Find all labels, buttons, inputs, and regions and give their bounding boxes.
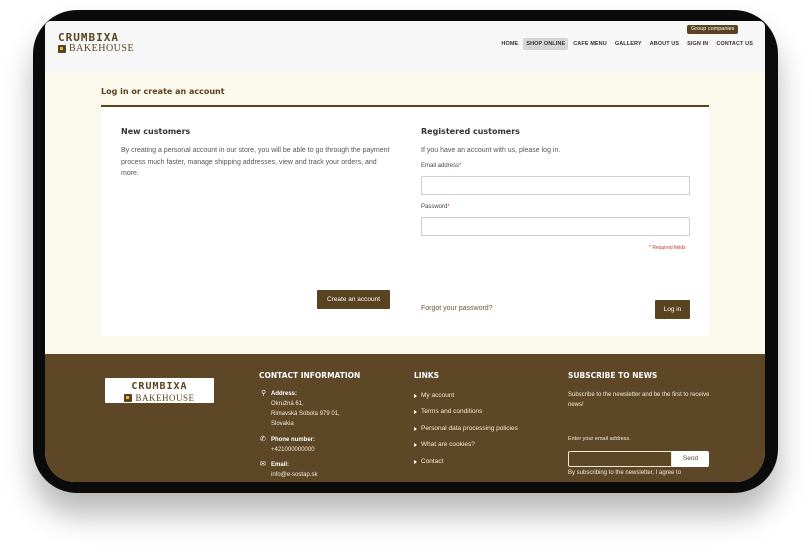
nav-home[interactable]: HOME [498, 38, 521, 50]
newsletter-consent-text: By subscribing to the newsletter, I agre… [568, 470, 682, 476]
links-heading: LINKS [414, 371, 440, 380]
login-button[interactable]: Log in [655, 300, 690, 319]
page-title: Log in or create an account [101, 87, 225, 96]
required-fields-note: * Required fields [649, 245, 686, 251]
logo-subtitle: BAKEHOUSE [69, 43, 135, 54]
email-label: Email: [271, 462, 290, 468]
email-block: Email: info@e-sostap.sk [271, 460, 317, 480]
footer-link-terms[interactable]: Terms and conditions [414, 408, 482, 415]
newsletter-send-button[interactable]: Send [672, 451, 709, 467]
footer-logo-wordmark: CRUMBIXA [131, 381, 188, 392]
group-companies-button[interactable]: Group companies [687, 25, 739, 34]
nav-about-us[interactable]: ABOUT US [647, 38, 683, 50]
login-intro-text: If you have an account with us, please l… [421, 147, 561, 154]
password-input[interactable] [421, 217, 690, 236]
newsletter-heading: SUBSCRIBE TO NEWS [568, 371, 658, 380]
address-label: Address: [271, 391, 298, 397]
nav-sign-in[interactable]: SIGN IN [684, 38, 711, 50]
new-customers-title: New customers [121, 127, 191, 136]
chevron-right-icon [414, 393, 417, 398]
footer-link-privacy[interactable]: Personal data processing policies [414, 425, 518, 432]
email-label: Email address* [421, 163, 462, 169]
chevron-right-icon [414, 426, 417, 431]
bakery-bag-icon [58, 45, 66, 53]
nav-cafe-menu[interactable]: CAFE MENU [570, 38, 610, 50]
browser-viewport: CRUMBIXA BAKEHOUSE Group companies HOME … [45, 21, 765, 482]
phone-number[interactable]: +421000000000 [271, 447, 315, 453]
logo-wordmark: CRUMBIXA [58, 31, 119, 44]
required-asterisk: * [459, 163, 462, 169]
chevron-right-icon [414, 459, 417, 464]
registered-customers-title: Registered customers [421, 127, 520, 136]
footer-link-cookies[interactable]: What are cookies? [414, 441, 475, 448]
chevron-right-icon [414, 409, 417, 414]
site-footer: CRUMBIXA BAKEHOUSE CONTACT INFORMATION ⚲… [45, 354, 765, 482]
create-account-button[interactable]: Create an account [317, 290, 390, 309]
contact-heading: CONTACT INFORMATION [259, 371, 361, 380]
location-pin-icon: ⚲ [261, 390, 267, 397]
required-asterisk: * [447, 204, 450, 210]
site-header: CRUMBIXA BAKEHOUSE Group companies HOME … [45, 21, 765, 73]
nav-gallery[interactable]: GALLERY [612, 38, 645, 50]
newsletter-email-input[interactable] [568, 451, 672, 467]
nav-contact-us[interactable]: CONTACT US [713, 38, 756, 50]
newsletter-text: Subscribe to the newsletter and be the f… [568, 392, 710, 408]
envelope-icon: ✉ [260, 461, 266, 468]
contact-email-link[interactable]: info@e-sostap.sk [271, 472, 317, 478]
chevron-right-icon [414, 442, 417, 447]
newsletter-email-label: Enter your email address. [568, 436, 631, 442]
phone-block: Phone number: +421000000000 [271, 435, 315, 455]
site-logo[interactable]: CRUMBIXA BAKEHOUSE [58, 32, 134, 55]
footer-link-my-account[interactable]: My account [414, 392, 454, 399]
login-card: New customers By creating a personal acc… [101, 107, 709, 336]
new-customers-text: By creating a personal account in our st… [121, 147, 390, 177]
forgot-password-link[interactable]: Forgot your password? [421, 305, 493, 312]
footer-link-contact[interactable]: Contact [414, 458, 443, 465]
phone-icon: ✆ [260, 436, 266, 443]
address-block: Address: Okružná 61, Rimavská Sobota 979… [271, 391, 340, 427]
password-label: Password* [421, 204, 450, 210]
nav-shop-online[interactable]: SHOP ONLINE [523, 38, 569, 50]
footer-logo-subtitle: BAKEHOUSE [135, 393, 195, 403]
email-input[interactable] [421, 176, 690, 195]
main-nav: HOME SHOP ONLINE CAFE MENU GALLERY ABOUT… [496, 38, 756, 50]
phone-label: Phone number: [271, 437, 316, 443]
footer-logo[interactable]: CRUMBIXA BAKEHOUSE [105, 378, 214, 403]
bakery-bag-icon [124, 394, 133, 402]
